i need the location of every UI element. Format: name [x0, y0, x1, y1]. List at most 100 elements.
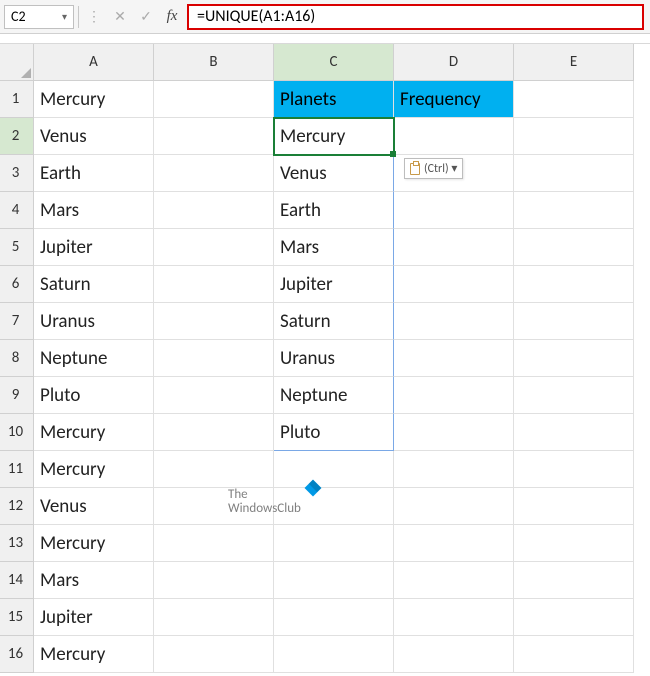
- cell-D11[interactable]: [394, 451, 514, 488]
- row-header-4[interactable]: 4: [0, 192, 34, 229]
- row-header-8[interactable]: 8: [0, 340, 34, 377]
- cell-B6[interactable]: [154, 266, 274, 303]
- cell-B12[interactable]: [154, 488, 274, 525]
- cell-E10[interactable]: [514, 414, 634, 451]
- cell-B1[interactable]: [154, 81, 274, 118]
- cell-E1[interactable]: [514, 81, 634, 118]
- row-header-9[interactable]: 9: [0, 377, 34, 414]
- cell-C1[interactable]: Planets: [274, 81, 394, 118]
- cell-E9[interactable]: [514, 377, 634, 414]
- cell-B16[interactable]: [154, 636, 274, 673]
- name-box[interactable]: C2 ▾: [4, 5, 74, 29]
- cell-A1[interactable]: Mercury: [34, 81, 154, 118]
- cell-D1[interactable]: Frequency: [394, 81, 514, 118]
- cell-E11[interactable]: [514, 451, 634, 488]
- cell-C16[interactable]: [274, 636, 394, 673]
- cell-E12[interactable]: [514, 488, 634, 525]
- cell-A15[interactable]: Jupiter: [34, 599, 154, 636]
- cell-A4[interactable]: Mars: [34, 192, 154, 229]
- cell-E16[interactable]: [514, 636, 634, 673]
- row-header-11[interactable]: 11: [0, 451, 34, 488]
- cell-C6[interactable]: Jupiter: [274, 266, 394, 303]
- column-header-C[interactable]: C: [274, 44, 394, 81]
- cell-E15[interactable]: [514, 599, 634, 636]
- cell-C11[interactable]: [274, 451, 394, 488]
- cell-B15[interactable]: [154, 599, 274, 636]
- column-header-B[interactable]: B: [154, 44, 274, 81]
- cell-B5[interactable]: [154, 229, 274, 266]
- chevron-down-icon[interactable]: ▾: [62, 10, 67, 23]
- cell-B7[interactable]: [154, 303, 274, 340]
- cell-E13[interactable]: [514, 525, 634, 562]
- cell-C8[interactable]: Uranus: [274, 340, 394, 377]
- row-header-12[interactable]: 12: [0, 488, 34, 525]
- cancel-icon[interactable]: ✕: [109, 6, 131, 28]
- select-all-corner[interactable]: [0, 44, 34, 81]
- spreadsheet-grid[interactable]: ABCDE1MercuryPlanetsFrequency2VenusMercu…: [0, 44, 650, 673]
- fx-icon[interactable]: fx: [161, 6, 183, 28]
- cell-B14[interactable]: [154, 562, 274, 599]
- cell-A8[interactable]: Neptune: [34, 340, 154, 377]
- row-header-10[interactable]: 10: [0, 414, 34, 451]
- column-header-E[interactable]: E: [514, 44, 634, 81]
- cell-E4[interactable]: [514, 192, 634, 229]
- row-header-13[interactable]: 13: [0, 525, 34, 562]
- column-header-A[interactable]: A: [34, 44, 154, 81]
- paste-options-tag[interactable]: (Ctrl) ▾: [404, 158, 463, 179]
- cell-E6[interactable]: [514, 266, 634, 303]
- cell-D15[interactable]: [394, 599, 514, 636]
- cell-C12[interactable]: [274, 488, 394, 525]
- cell-D10[interactable]: [394, 414, 514, 451]
- cell-E2[interactable]: [514, 118, 634, 155]
- cell-D2[interactable]: [394, 118, 514, 155]
- cell-A7[interactable]: Uranus: [34, 303, 154, 340]
- cell-E14[interactable]: [514, 562, 634, 599]
- cell-C9[interactable]: Neptune: [274, 377, 394, 414]
- cell-A16[interactable]: Mercury: [34, 636, 154, 673]
- cell-D14[interactable]: [394, 562, 514, 599]
- cell-B4[interactable]: [154, 192, 274, 229]
- cell-C3[interactable]: Venus: [274, 155, 394, 192]
- formula-input[interactable]: =UNIQUE(A1:A16): [187, 4, 644, 30]
- cell-A14[interactable]: Mars: [34, 562, 154, 599]
- cell-C15[interactable]: [274, 599, 394, 636]
- row-header-6[interactable]: 6: [0, 266, 34, 303]
- cell-D4[interactable]: [394, 192, 514, 229]
- row-header-7[interactable]: 7: [0, 303, 34, 340]
- row-header-1[interactable]: 1: [0, 81, 34, 118]
- cell-B3[interactable]: [154, 155, 274, 192]
- row-header-3[interactable]: 3: [0, 155, 34, 192]
- cell-C4[interactable]: Earth: [274, 192, 394, 229]
- cell-D13[interactable]: [394, 525, 514, 562]
- cell-A12[interactable]: Venus: [34, 488, 154, 525]
- row-header-5[interactable]: 5: [0, 229, 34, 266]
- row-header-16[interactable]: 16: [0, 636, 34, 673]
- cell-D8[interactable]: [394, 340, 514, 377]
- row-header-14[interactable]: 14: [0, 562, 34, 599]
- cell-A10[interactable]: Mercury: [34, 414, 154, 451]
- cell-E8[interactable]: [514, 340, 634, 377]
- cell-D6[interactable]: [394, 266, 514, 303]
- cell-B10[interactable]: [154, 414, 274, 451]
- cell-B13[interactable]: [154, 525, 274, 562]
- cell-E3[interactable]: [514, 155, 634, 192]
- cell-D12[interactable]: [394, 488, 514, 525]
- cell-A11[interactable]: Mercury: [34, 451, 154, 488]
- cell-A3[interactable]: Earth: [34, 155, 154, 192]
- row-header-15[interactable]: 15: [0, 599, 34, 636]
- cell-D16[interactable]: [394, 636, 514, 673]
- cell-A6[interactable]: Saturn: [34, 266, 154, 303]
- cell-C2[interactable]: Mercury: [274, 118, 394, 155]
- cell-C7[interactable]: Saturn: [274, 303, 394, 340]
- cell-D7[interactable]: [394, 303, 514, 340]
- cell-C14[interactable]: [274, 562, 394, 599]
- cell-A5[interactable]: Jupiter: [34, 229, 154, 266]
- cell-A13[interactable]: Mercury: [34, 525, 154, 562]
- cell-A2[interactable]: Venus: [34, 118, 154, 155]
- enter-icon[interactable]: ✓: [135, 6, 157, 28]
- column-header-D[interactable]: D: [394, 44, 514, 81]
- cell-C5[interactable]: Mars: [274, 229, 394, 266]
- cell-B2[interactable]: [154, 118, 274, 155]
- cell-B9[interactable]: [154, 377, 274, 414]
- cell-D9[interactable]: [394, 377, 514, 414]
